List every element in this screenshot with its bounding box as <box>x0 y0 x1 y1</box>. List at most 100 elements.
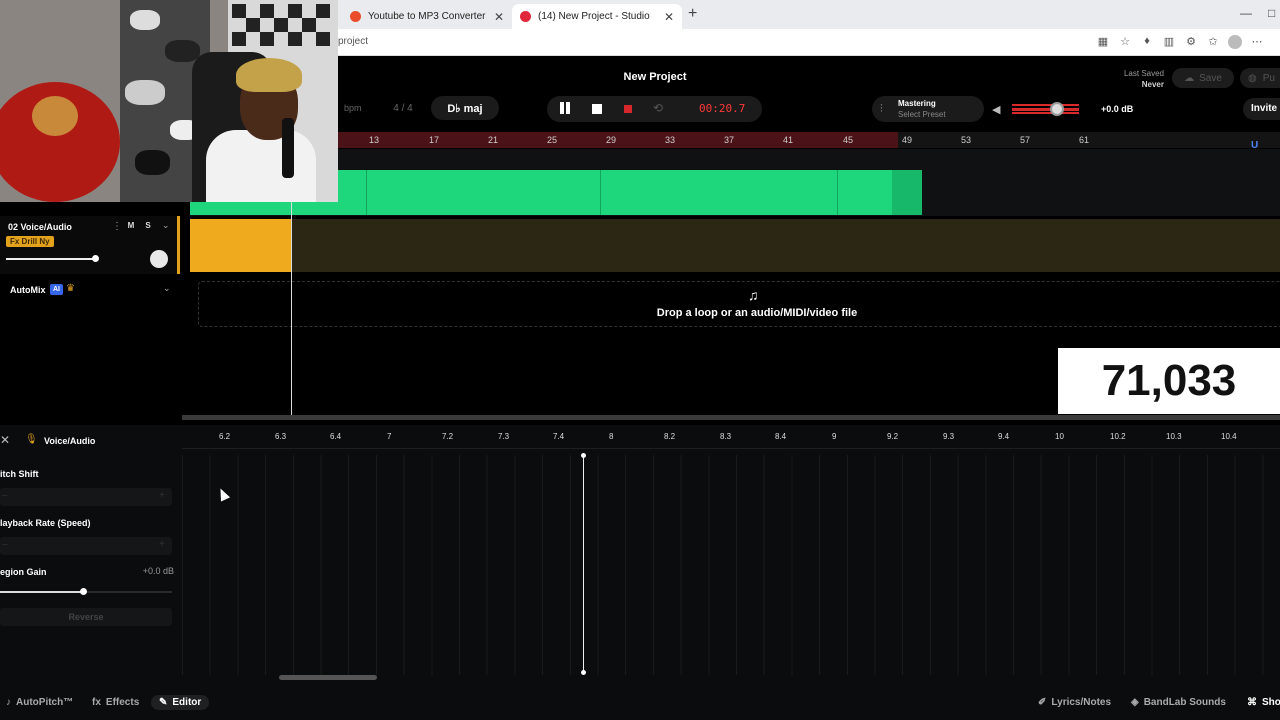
minimize-icon[interactable]: — <box>1240 6 1252 20</box>
editor-tick: 7.2 <box>442 432 454 441</box>
ruler-label: 29 <box>606 135 617 145</box>
editor-ruler[interactable]: 6.2 6.3 6.4 7 7.2 7.3 7.4 8 8.2 8.3 8.4 … <box>182 425 1280 449</box>
editor-tick: 6.4 <box>330 432 342 441</box>
drop-zone[interactable] <box>198 281 1280 327</box>
speaker-icon[interactable]: ◀︎ <box>992 103 1000 116</box>
pitch-shift-stepper[interactable]: – + <box>0 488 172 506</box>
reverse-button[interactable]: Reverse <box>0 608 172 626</box>
profile-avatar[interactable] <box>1228 35 1242 52</box>
lyrics-notes-button[interactable]: ✐ Lyrics/Notes <box>1038 697 1111 708</box>
crown-icon: ♛ <box>66 283 75 294</box>
editor-scrollbar[interactable] <box>279 675 377 680</box>
transport-controls: ⟲ 00:20.7 <box>547 96 762 122</box>
solo-button[interactable]: S <box>141 221 155 233</box>
playback-rate-stepper[interactable]: – + <box>0 537 172 555</box>
bpm-label[interactable]: bpm <box>344 96 362 120</box>
tab-youtube-mp3[interactable]: Youtube to MP3 Converter ✕ <box>342 4 512 29</box>
playback-time: 00:20.7 <box>699 102 746 115</box>
editor-tick: 10.4 <box>1221 432 1237 441</box>
track-lane-2[interactable] <box>190 219 1280 272</box>
minus-icon[interactable]: – <box>2 539 8 550</box>
ruler-label: 57 <box>1020 135 1031 145</box>
master-volume-slider[interactable] <box>1012 104 1079 114</box>
extension-icon[interactable]: ⚙ <box>1184 35 1198 52</box>
clip-tail <box>892 170 922 215</box>
url-field[interactable]: project <box>338 36 368 47</box>
pan-knob[interactable] <box>150 250 168 268</box>
clip-divider <box>600 170 601 215</box>
stop-icon[interactable] <box>592 104 602 114</box>
reader-icon[interactable]: ▥ <box>1162 35 1176 52</box>
editor-grid[interactable] <box>182 455 1280 675</box>
track-name[interactable]: 02 Voice/Audio <box>8 222 72 232</box>
minus-icon[interactable]: – <box>2 490 8 501</box>
key-button[interactable]: D♭ maj <box>431 96 499 120</box>
editor-tick: 8 <box>609 432 614 441</box>
grid-icon[interactable]: ▦ <box>1096 35 1110 52</box>
track-volume-slider[interactable] <box>6 258 96 260</box>
person-shirt <box>206 130 316 202</box>
track-volume-handle[interactable] <box>92 255 99 262</box>
editor-tick: 7 <box>387 432 392 441</box>
new-tab-icon[interactable]: + <box>688 5 697 23</box>
invite-button[interactable]: Invite <box>1243 98 1280 120</box>
editor-tick: 9 <box>832 432 837 441</box>
save-label: Save <box>1199 72 1222 84</box>
pause-icon[interactable] <box>559 102 571 115</box>
autopitch-button[interactable]: ♪ AutoPitch™ <box>6 697 73 708</box>
maximize-icon[interactable]: □ <box>1268 6 1275 20</box>
editor-tick: 10.2 <box>1110 432 1126 441</box>
timeline-ruler[interactable]: 13 17 21 25 29 33 37 41 45 49 53 57 61 <box>338 132 1280 148</box>
record-icon[interactable] <box>624 105 632 113</box>
close-icon[interactable]: ✕ <box>0 433 10 447</box>
mastering-button[interactable]: ⫶ Mastering Select Preset <box>872 96 984 122</box>
time-signature[interactable]: 4 / 4 <box>386 96 420 120</box>
editor-sidebar: ✕ 🎙 Voice/Audio itch Shift – + layback R… <box>0 425 180 695</box>
editor-tick: 7.3 <box>498 432 510 441</box>
automix-row[interactable]: AutoMix AI ♛ ⌄ <box>0 279 180 301</box>
region-gain-fill <box>0 591 84 593</box>
volume-knob[interactable] <box>1050 102 1064 116</box>
editor-playhead[interactable] <box>581 453 586 675</box>
cloud-icon: ☁ <box>1184 72 1195 84</box>
more-options-icon[interactable]: ⋮ <box>112 221 122 232</box>
loop-region[interactable] <box>338 132 898 148</box>
music-note-icon: ♫ <box>748 287 759 303</box>
mic-icon[interactable]: ♦ <box>1140 35 1154 52</box>
sounds-label: BandLab Sounds <box>1143 697 1226 708</box>
effects-button[interactable]: fx Effects <box>92 697 139 708</box>
more-icon[interactable]: ⋯ <box>1250 35 1264 52</box>
publish-button[interactable]: ◍ Pu <box>1240 68 1280 88</box>
bottom-toolbar: ♪ AutoPitch™ fx Effects ✎ Editor ✐ Lyric… <box>0 690 1280 720</box>
ruler-label: 61 <box>1079 135 1090 145</box>
plus-icon[interactable]: + <box>159 539 165 550</box>
chevron-down-icon[interactable]: ⌄ <box>163 283 171 294</box>
drop-zone-text: Drop a loop or an audio/MIDI/video file <box>656 307 858 319</box>
sounds-icon: ◈ <box>1131 697 1139 708</box>
fx-preset-badge[interactable]: Fx Drill Ny <box>6 236 54 247</box>
mastering-label: Mastering <box>898 99 936 108</box>
loop-icon[interactable]: ⟲ <box>653 101 663 115</box>
editor-tick: 6.3 <box>275 432 287 441</box>
close-tab-icon[interactable]: ✕ <box>664 10 674 24</box>
bandlab-sounds-button[interactable]: ◈ BandLab Sounds <box>1131 697 1226 708</box>
mute-button[interactable]: M <box>124 221 138 233</box>
shortcuts-button[interactable]: ⌘ Sho <box>1247 697 1280 708</box>
audio-clip-orange[interactable] <box>190 219 292 272</box>
close-tab-icon[interactable]: ✕ <box>494 10 504 24</box>
chevron-down-icon[interactable]: ⌄ <box>162 220 170 231</box>
mic-icon: 🎙 <box>25 434 38 445</box>
track-header-voice-audio[interactable]: 02 Voice/Audio Fx Drill Ny ⋮ M S ⌄ <box>0 216 180 274</box>
editor-button[interactable]: ✎ Editor <box>151 695 210 710</box>
tab-new-project[interactable]: (14) New Project - Studio ✕ <box>512 4 682 29</box>
region-gain-value: +0.0 dB <box>142 566 174 576</box>
plus-icon[interactable]: + <box>159 490 165 501</box>
save-button[interactable]: ☁ Save <box>1172 68 1234 88</box>
project-title[interactable]: New Project <box>560 71 750 83</box>
favorites-icon[interactable]: ✩ <box>1206 35 1220 52</box>
firefox-favicon-icon <box>350 11 361 22</box>
star-icon[interactable]: ☆ <box>1118 35 1132 52</box>
timeline-scrollbar[interactable] <box>182 415 1280 420</box>
region-gain-handle[interactable] <box>80 588 87 595</box>
editor-tick: 8.3 <box>720 432 732 441</box>
